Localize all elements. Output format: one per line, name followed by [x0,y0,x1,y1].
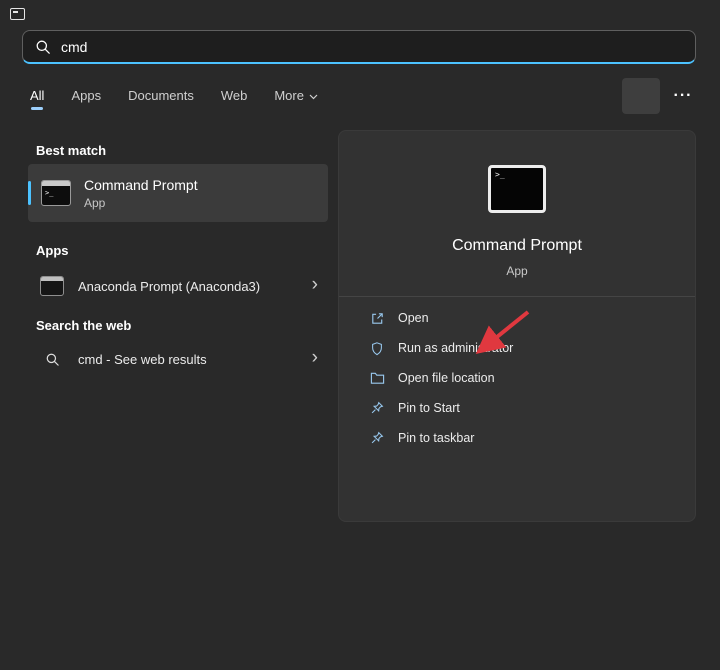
chevron-down-icon [309,88,318,103]
toolbar-button[interactable] [622,78,660,114]
search-the-web-heading: Search the web [36,318,131,333]
command-prompt-icon: >_ [41,180,71,206]
search-filter-tabs: All Apps Documents Web More [30,88,318,110]
windows-search-panel: All Apps Documents Web More ··· Best mat… [0,0,720,670]
preview-panel: >_ Command Prompt App Open Run as [338,130,696,522]
action-open[interactable]: Open [369,303,695,333]
web-search-item-cmd[interactable]: cmd - See web results › [28,340,328,378]
admin-shield-icon [369,341,385,356]
result-title: Command Prompt [84,177,198,194]
context-actions: Open Run as administrator Open file loca… [339,303,695,453]
action-run-as-administrator[interactable]: Run as administrator [369,333,695,363]
preview-title: Command Prompt [339,237,695,255]
command-prompt-icon: >_ [488,165,546,213]
divider [339,296,695,297]
tab-apps[interactable]: Apps [71,88,101,110]
search-bar[interactable] [22,30,696,64]
result-subtitle: App [84,196,198,210]
app-item-anaconda-prompt[interactable]: Anaconda Prompt (Anaconda3) › [28,266,328,306]
action-pin-to-start[interactable]: Pin to Start [369,393,695,423]
tab-web[interactable]: Web [221,88,248,110]
more-options-button[interactable]: ··· [668,82,698,110]
open-external-icon [369,311,385,326]
pin-icon [369,431,385,445]
folder-icon [369,371,385,385]
anaconda-prompt-icon [40,276,64,296]
tab-all[interactable]: All [30,88,44,110]
app-window-icon [10,8,25,20]
result-title: cmd - See web results [78,352,207,367]
chevron-right-icon: › [312,275,318,297]
preview-subtitle: App [339,264,695,278]
result-title: Anaconda Prompt (Anaconda3) [78,279,260,294]
best-match-heading: Best match [36,143,106,158]
pin-icon [369,401,385,415]
chevron-right-icon: › [312,348,318,370]
action-open-file-location[interactable]: Open file location [369,363,695,393]
search-icon [40,352,64,367]
selection-accent-bar [28,181,31,205]
search-input[interactable] [61,39,683,55]
action-pin-to-taskbar[interactable]: Pin to taskbar [369,423,695,453]
tab-documents[interactable]: Documents [128,88,194,110]
search-icon [35,39,51,55]
best-match-item-command-prompt[interactable]: >_ Command Prompt App [28,164,328,222]
tab-more[interactable]: More [274,88,318,110]
apps-heading: Apps [36,243,69,258]
